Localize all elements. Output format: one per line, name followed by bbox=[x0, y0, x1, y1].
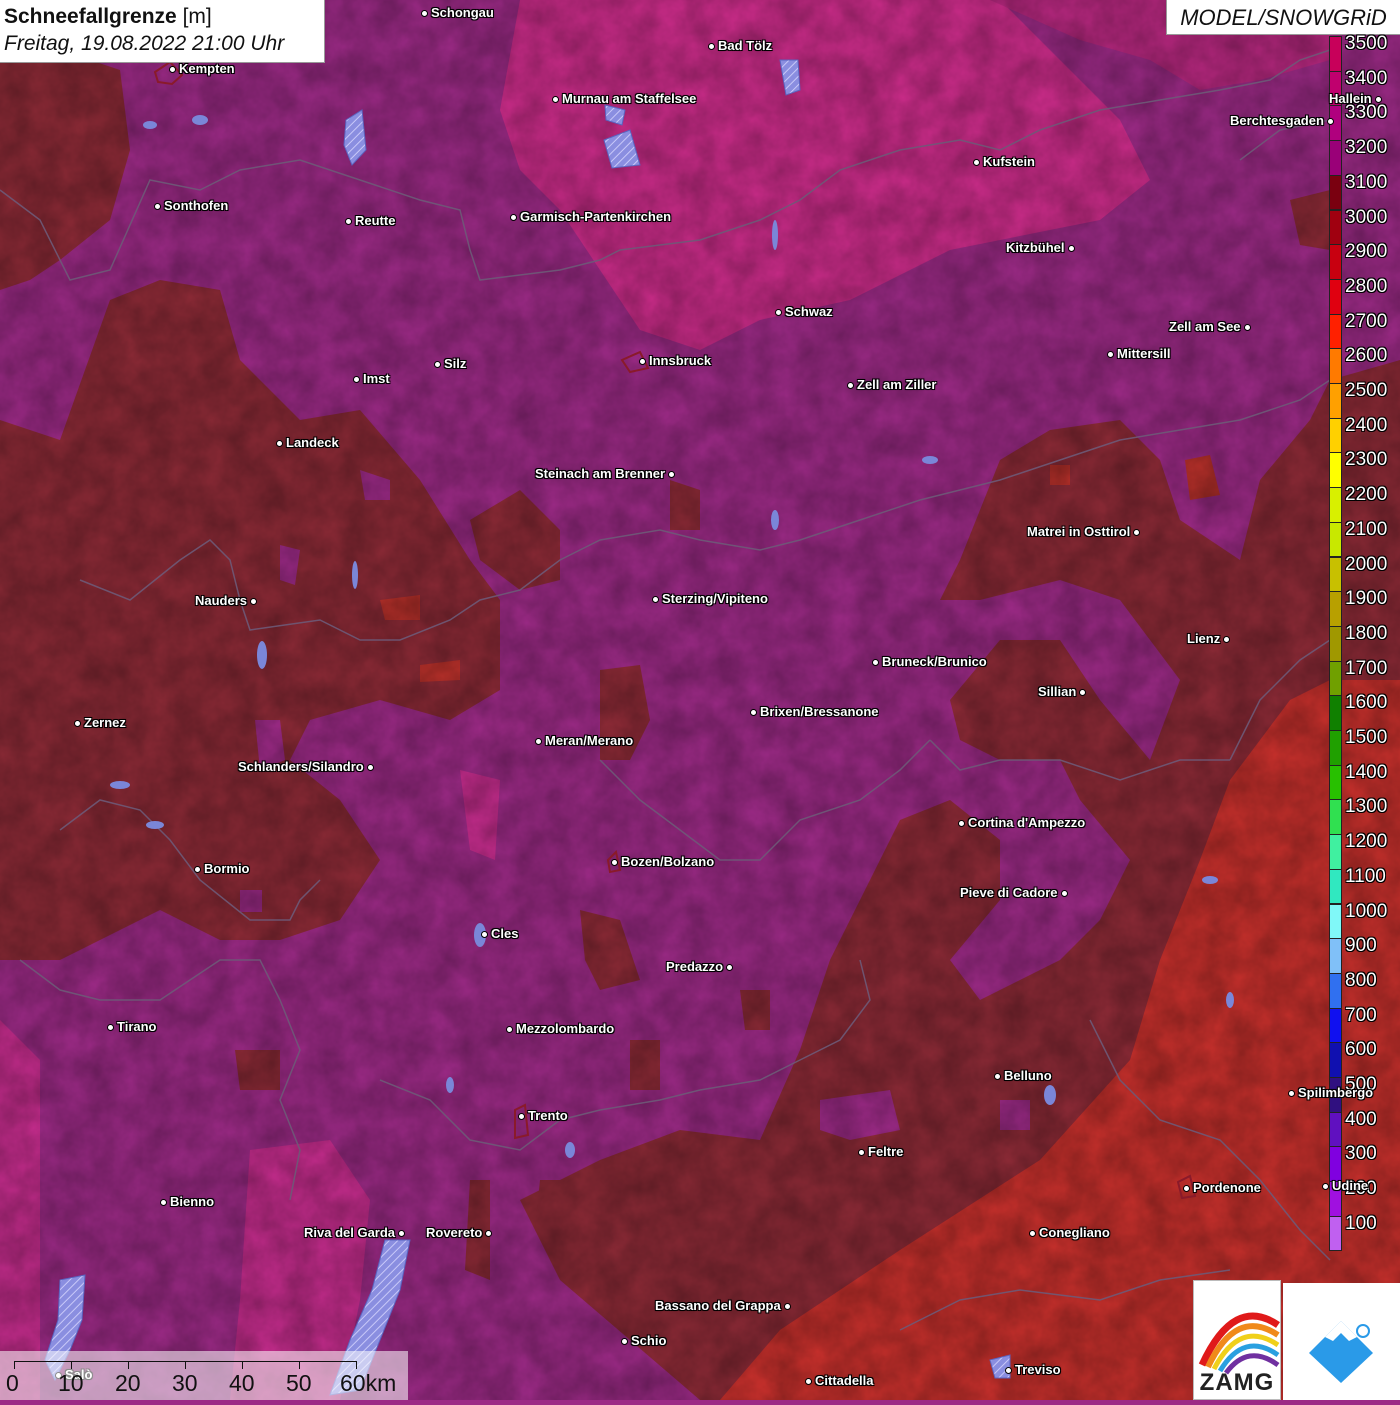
legend-label: 2500 bbox=[1345, 380, 1388, 401]
model-label: MODEL/SNOWGRiD bbox=[1166, 0, 1400, 35]
legend-label: 3300 bbox=[1345, 102, 1388, 124]
scale-label: 10 bbox=[58, 1370, 84, 1396]
legend-label: 2800 bbox=[1345, 275, 1388, 297]
scale-label: 50 bbox=[286, 1370, 312, 1396]
legend-swatch bbox=[1329, 834, 1342, 870]
title-box: Schneefallgrenze [m] Freitag, 19.08.2022… bbox=[0, 0, 325, 63]
legend-label: 2300 bbox=[1345, 449, 1388, 471]
legend-label: 2700 bbox=[1345, 310, 1388, 332]
scale-tick bbox=[299, 1361, 300, 1369]
legend-label: 800 bbox=[1345, 969, 1377, 991]
legend-label: 3200 bbox=[1345, 137, 1388, 159]
legend-swatch bbox=[1329, 209, 1342, 246]
legend-swatch bbox=[1329, 660, 1342, 697]
legend-label: 3400 bbox=[1345, 67, 1388, 89]
legend-label: 3100 bbox=[1345, 171, 1388, 193]
legend-swatch bbox=[1329, 521, 1342, 558]
legend-swatch bbox=[1329, 556, 1342, 593]
legend-swatch bbox=[1329, 417, 1342, 454]
scale-tick bbox=[242, 1361, 243, 1369]
snow-mountain-icon bbox=[1309, 1321, 1373, 1383]
legend-label: 300 bbox=[1345, 1143, 1377, 1165]
scale-label: 20 bbox=[115, 1370, 141, 1396]
legend-swatch bbox=[1329, 868, 1342, 905]
legend-label: 3500 bbox=[1345, 33, 1388, 54]
legend-label: 200 bbox=[1345, 1178, 1377, 1200]
legend-label: 1100 bbox=[1345, 865, 1386, 887]
scale-tick bbox=[356, 1361, 357, 1369]
map-datetime: Freitag, 19.08.2022 21:00 Uhr bbox=[4, 32, 285, 55]
legend-label: 1800 bbox=[1345, 622, 1388, 644]
legend-label: 2100 bbox=[1345, 518, 1388, 540]
legend-label: 900 bbox=[1345, 935, 1377, 957]
legend-swatch bbox=[1329, 972, 1342, 1009]
legend-label: 3000 bbox=[1345, 206, 1388, 228]
scale-label: 40 bbox=[229, 1370, 255, 1396]
legend-label: 2400 bbox=[1345, 414, 1388, 436]
scale-label: 60km bbox=[340, 1370, 397, 1396]
legend-swatch bbox=[1329, 591, 1342, 627]
legend-swatch bbox=[1329, 625, 1342, 662]
legend-label: 1300 bbox=[1345, 796, 1388, 818]
legend-swatch bbox=[1329, 105, 1342, 142]
legend-swatch bbox=[1329, 348, 1342, 384]
legend-swatch bbox=[1329, 140, 1342, 176]
legend-swatch bbox=[1329, 1042, 1342, 1078]
legend-swatch bbox=[1329, 244, 1342, 280]
zamg-text: ZAMG bbox=[1199, 1369, 1275, 1396]
legend-swatch bbox=[1329, 1111, 1342, 1148]
legend-label: 500 bbox=[1345, 1074, 1377, 1095]
map-unit: [m] bbox=[182, 5, 212, 28]
scale-label: 30 bbox=[172, 1370, 198, 1396]
legend-swatch bbox=[1329, 1077, 1342, 1113]
legend-swatch bbox=[1329, 36, 1342, 72]
legend-swatch bbox=[1329, 278, 1342, 315]
legend-label: 2900 bbox=[1345, 241, 1388, 263]
legend-label: 1600 bbox=[1345, 692, 1388, 714]
legend-label: 1400 bbox=[1345, 761, 1388, 783]
legend-label: 1000 bbox=[1345, 900, 1388, 922]
legend-swatch bbox=[1329, 383, 1342, 419]
legend-label: 2200 bbox=[1345, 484, 1388, 506]
legend-label: 1900 bbox=[1345, 588, 1388, 610]
color-legend: 3500 3400 3300 3200 3100 3000 2900 2800 2700 2600… bbox=[1329, 33, 1400, 1252]
legend-swatch bbox=[1329, 764, 1342, 801]
legend-swatch bbox=[1329, 1007, 1342, 1044]
legend-swatch bbox=[1329, 487, 1342, 523]
legend-swatch bbox=[1329, 938, 1342, 974]
legend-swatch bbox=[1329, 70, 1342, 107]
legend-label: 100 bbox=[1345, 1212, 1377, 1234]
legend-label: 1700 bbox=[1345, 657, 1388, 679]
zamg-logo: ZAMG bbox=[1193, 1280, 1281, 1400]
map-title: Schneefallgrenze bbox=[4, 5, 177, 28]
legend-swatch bbox=[1329, 1146, 1342, 1183]
scale-tick bbox=[71, 1361, 72, 1369]
scale-label: 0 bbox=[6, 1370, 19, 1396]
legend-swatch bbox=[1329, 695, 1342, 731]
legend-swatch bbox=[1329, 174, 1342, 211]
legend-swatch bbox=[1329, 313, 1342, 350]
legend-label: 700 bbox=[1345, 1004, 1377, 1026]
snow-logo bbox=[1283, 1283, 1400, 1400]
legend-swatch bbox=[1329, 452, 1342, 489]
legend-swatch bbox=[1329, 903, 1342, 940]
legend-label: 1200 bbox=[1345, 831, 1388, 853]
scale-tick bbox=[185, 1361, 186, 1369]
relief-shading bbox=[0, 0, 1400, 1400]
legend-swatch bbox=[1329, 1181, 1342, 1217]
legend-swatch bbox=[1329, 730, 1342, 766]
legend-swatch bbox=[1329, 799, 1342, 836]
legend-label: 2000 bbox=[1345, 553, 1388, 575]
legend-label: 400 bbox=[1345, 1108, 1377, 1130]
scale-bar: 0 10 20 30 40 50 60km bbox=[0, 1351, 408, 1400]
snowfall-limit-map bbox=[0, 0, 1400, 1400]
scale-tick bbox=[14, 1361, 15, 1369]
legend-label: 1500 bbox=[1345, 727, 1388, 748]
legend-label: 2600 bbox=[1345, 345, 1388, 367]
legend-label: 600 bbox=[1345, 1039, 1377, 1061]
legend-swatch bbox=[1329, 1215, 1342, 1252]
scale-tick bbox=[128, 1361, 129, 1369]
rainbow-icon bbox=[1198, 1312, 1280, 1375]
